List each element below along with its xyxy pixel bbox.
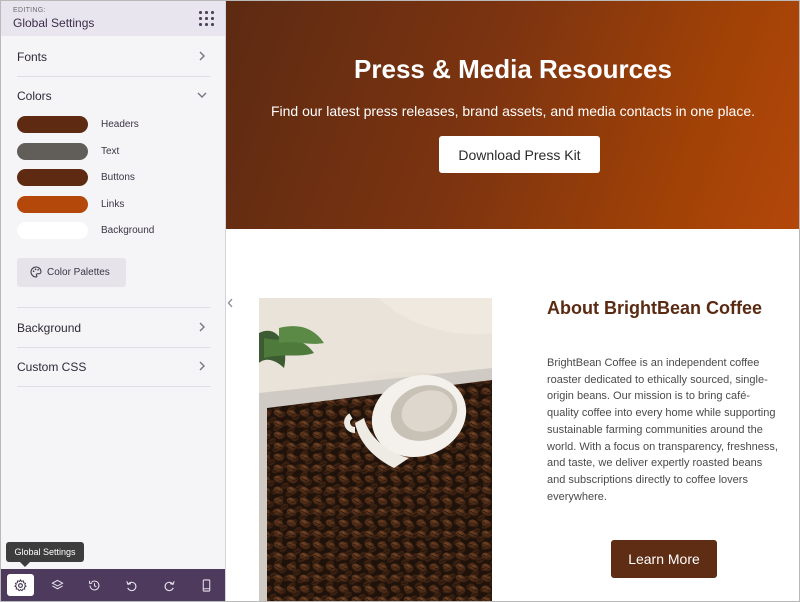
section-fonts-label: Fonts — [17, 50, 48, 64]
mobile-preview-button[interactable] — [193, 574, 220, 596]
layers-button[interactable] — [44, 574, 71, 596]
history-button[interactable] — [81, 574, 108, 596]
color-label-background: Background — [101, 225, 155, 236]
section-colors-label: Colors — [17, 89, 52, 103]
color-label-links: Links — [101, 199, 125, 210]
mobile-preview-icon — [202, 579, 211, 592]
color-palettes-label: Color Palettes — [47, 267, 110, 278]
learn-more-label: Learn More — [628, 551, 700, 567]
color-swatch-text[interactable] — [17, 143, 88, 160]
color-swatch-links[interactable] — [17, 196, 88, 213]
global-settings-button[interactable] — [7, 574, 34, 596]
collapse-sidebar-icon[interactable] — [225, 292, 237, 314]
color-label-buttons: Buttons — [101, 172, 135, 183]
sidebar-title: Global Settings — [13, 16, 95, 30]
editor-window: EDITING: Global Settings Fonts Colors He… — [0, 0, 800, 602]
gear-icon — [14, 579, 27, 592]
chevron-right-icon — [199, 361, 205, 371]
color-label-text: Text — [101, 146, 120, 157]
hero-section: Press & Media Resources Find our latest … — [226, 1, 799, 229]
redo-button[interactable] — [156, 574, 183, 596]
tooltip-text: Global Settings — [14, 547, 76, 557]
section-custom-css-label: Custom CSS — [17, 360, 87, 374]
section-background-label: Background — [17, 321, 82, 335]
hero-subtitle: Find our latest press releases, brand as… — [270, 103, 756, 119]
about-title: About BrightBean Coffee — [547, 298, 762, 318]
section-colors[interactable]: Colors — [17, 76, 211, 115]
download-press-kit-label: Download Press Kit — [458, 147, 581, 163]
settings-sidebar: EDITING: Global Settings Fonts Colors He… — [1, 1, 226, 601]
section-fonts[interactable]: Fonts — [17, 37, 211, 77]
color-label-headers: Headers — [101, 119, 139, 130]
grid-menu-icon[interactable] — [198, 10, 214, 26]
download-press-kit-button[interactable]: Download Press Kit — [439, 136, 600, 173]
color-swatch-buttons[interactable] — [17, 169, 88, 186]
color-swatch-headers[interactable] — [17, 116, 88, 133]
section-custom-css[interactable]: Custom CSS — [17, 347, 211, 387]
section-background[interactable]: Background — [17, 307, 211, 348]
layers-icon — [51, 579, 64, 590]
history-icon — [88, 580, 100, 591]
learn-more-button[interactable]: Learn More — [611, 540, 717, 578]
tooltip: Global Settings — [6, 542, 84, 567]
chevron-right-icon — [199, 51, 205, 61]
coffee-beans-image — [259, 298, 492, 601]
bottom-toolbar — [1, 569, 225, 601]
coffee-photo-illustration — [259, 298, 492, 601]
editing-label: EDITING: — [13, 7, 46, 14]
chevron-right-icon — [199, 322, 205, 332]
hero-title: Press & Media Resources — [354, 54, 672, 84]
redo-icon — [164, 581, 175, 592]
sidebar-header: EDITING: Global Settings — [1, 1, 225, 36]
about-text: BrightBean Coffee is an independent coff… — [547, 357, 778, 503]
tooltip-arrow — [20, 562, 30, 567]
color-palettes-button[interactable]: Color Palettes — [17, 258, 126, 287]
undo-button[interactable] — [118, 574, 145, 596]
palette-icon — [30, 266, 42, 278]
undo-icon — [126, 581, 137, 592]
chevron-down-icon — [197, 92, 207, 98]
color-swatch-background[interactable] — [17, 222, 88, 239]
